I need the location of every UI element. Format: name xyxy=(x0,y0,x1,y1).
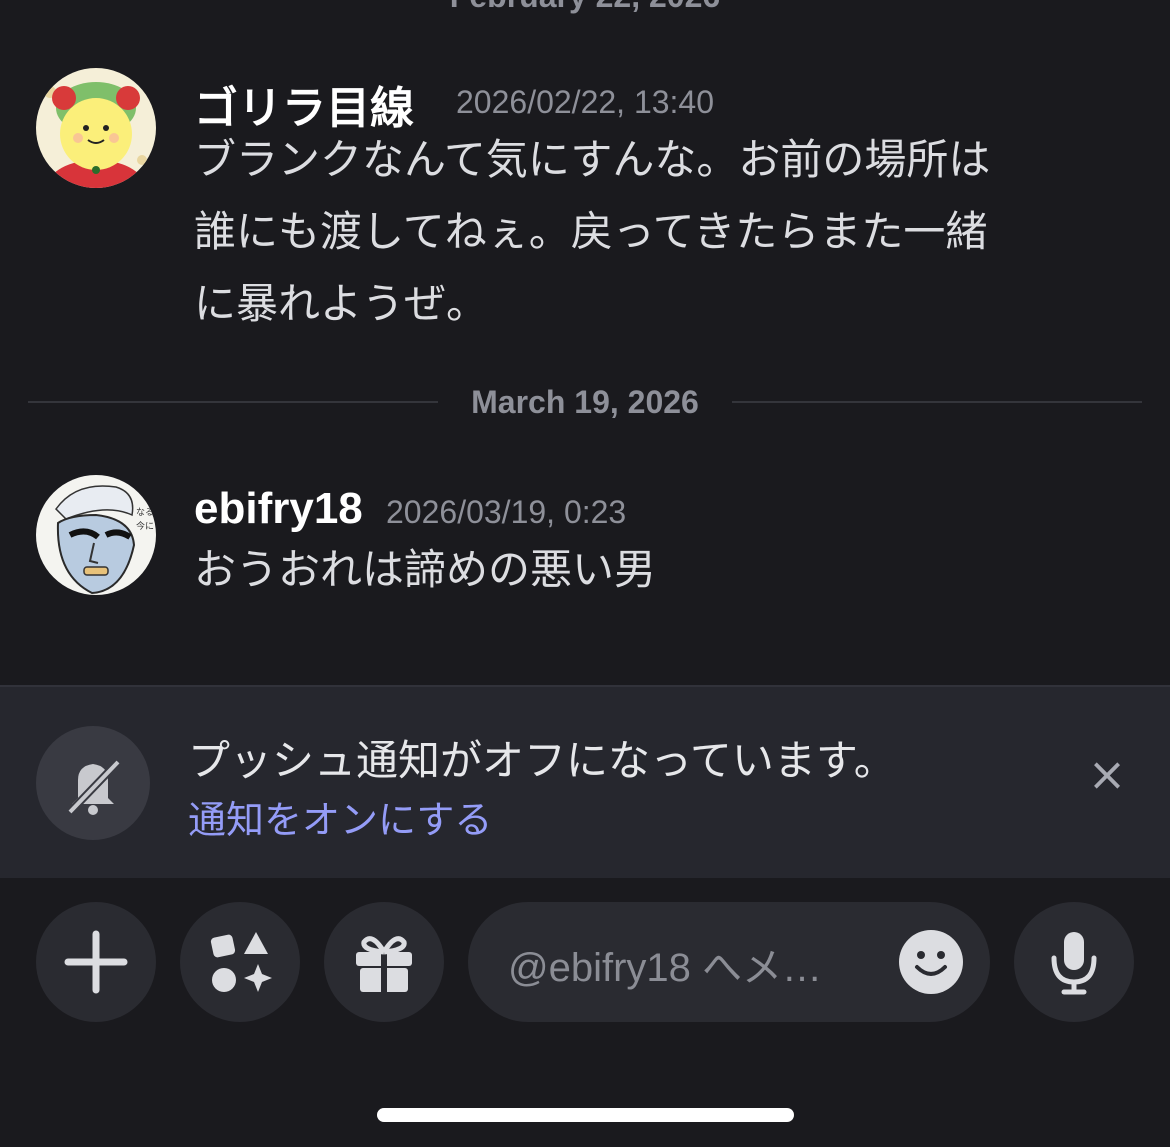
apps-icon xyxy=(210,932,272,992)
svg-text:今に: 今に xyxy=(136,520,154,532)
gift-button[interactable] xyxy=(324,902,444,1022)
message-timestamp: 2026/03/19, 0:23 xyxy=(386,494,627,530)
message-timestamp: 2026/02/22, 13:40 xyxy=(456,84,715,120)
gift-icon xyxy=(356,936,412,992)
previous-date-divider-label: February 22, 2026 xyxy=(0,0,1170,15)
emoji-icon xyxy=(899,930,963,994)
avatar[interactable]: なる 今に xyxy=(36,475,156,595)
microphone-icon xyxy=(1051,932,1097,995)
apps-button[interactable] xyxy=(180,902,300,1022)
svg-text:なる: なる xyxy=(136,507,154,518)
enable-notifications-link[interactable]: 通知をオンにする xyxy=(188,789,492,844)
message-line: ブランクなんて気にすんな。お前の場所は xyxy=(194,135,991,184)
message-content: おうおれは諦めの悪い男 xyxy=(194,534,1114,606)
message-line: に暴れようぜ。 xyxy=(194,279,489,328)
voice-message-button[interactable] xyxy=(1014,902,1134,1022)
message-input[interactable]: @ebifry18 へメ… xyxy=(468,902,990,1022)
date-divider-label: March 19, 2026 xyxy=(471,384,699,420)
close-icon[interactable]: × xyxy=(1082,749,1132,799)
avatar[interactable] xyxy=(36,68,156,188)
notice-title: プッシュ通知がオフになっています。 xyxy=(188,736,896,785)
message-input-placeholder: @ebifry18 へメ… xyxy=(508,946,823,990)
bell-off-icon xyxy=(36,726,150,840)
message-username[interactable]: ebifry18 xyxy=(194,484,363,534)
add-attachment-button[interactable] xyxy=(36,902,156,1022)
push-notification-banner: プッシュ通知がオフになっています。 通知をオンにする × xyxy=(0,685,1170,878)
emoji-button[interactable] xyxy=(898,929,964,995)
plus-icon xyxy=(64,930,128,994)
message-content: ブランクなんて気にすんな。お前の場所は 誰にも渡してねぇ。戻ってきたらまた一緒 … xyxy=(194,124,1114,340)
message-line: おうおれは諦めの悪い男 xyxy=(194,545,657,594)
message-line: 誰にも渡してねぇ。戻ってきたらまた一緒 xyxy=(194,207,988,256)
home-indicator[interactable] xyxy=(377,1108,794,1122)
